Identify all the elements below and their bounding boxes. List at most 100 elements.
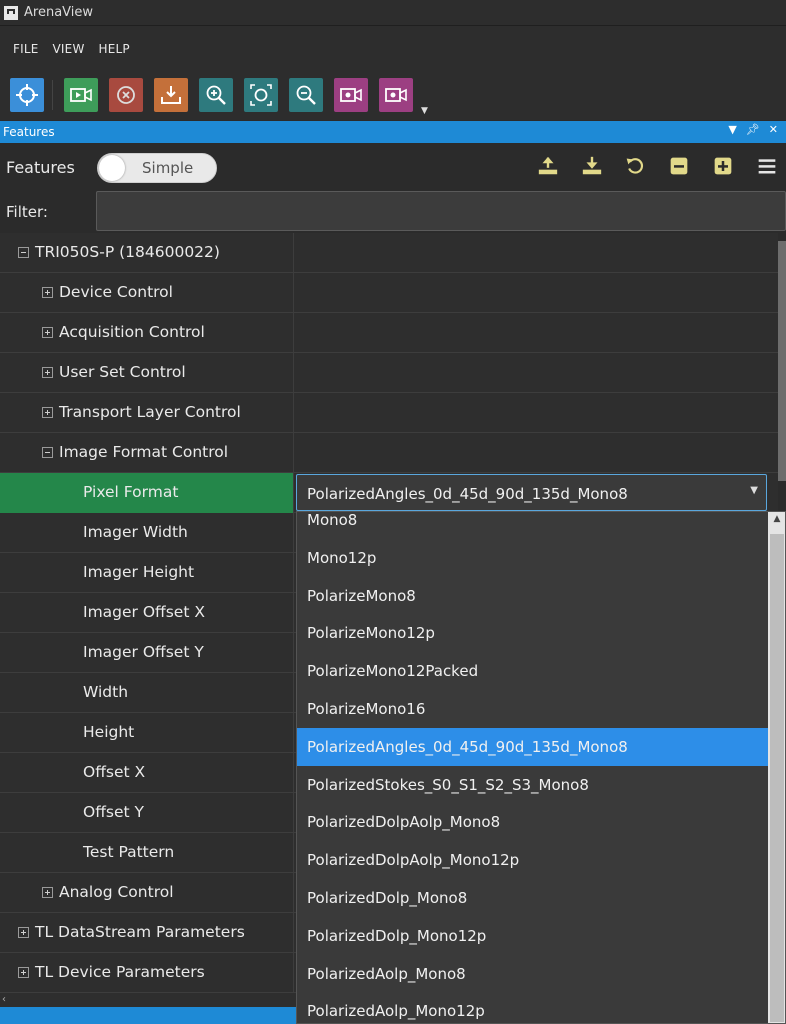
- tree-row-value-cell[interactable]: [295, 273, 778, 313]
- pixel-format-combobox[interactable]: PolarizedAngles_0d_45d_90d_135d_Mono8 ▼: [296, 474, 767, 511]
- tree-row-name-cell[interactable]: User Set Control: [0, 353, 294, 393]
- tree-row-label: Image Format Control: [59, 443, 229, 461]
- pixel-format-option[interactable]: PolarizeMono12p: [297, 614, 768, 652]
- tree-row[interactable]: Device Control: [0, 273, 778, 313]
- tree-row-value-cell[interactable]: [295, 353, 778, 393]
- tree-row-name-cell[interactable]: Height: [0, 713, 294, 753]
- tree-row[interactable]: Transport Layer Control: [0, 393, 778, 433]
- zoom-fit-button[interactable]: [244, 78, 278, 112]
- scroll-up-icon[interactable]: ▲: [768, 514, 785, 530]
- filter-input[interactable]: [96, 191, 786, 231]
- expand-plus-icon[interactable]: [42, 887, 53, 898]
- pixel-format-option[interactable]: PolarizeMono12Packed: [297, 652, 768, 690]
- dock-title: Features: [3, 125, 55, 139]
- tree-row-name-cell[interactable]: Pixel Format: [0, 473, 294, 513]
- tree-row-name-cell[interactable]: Device Control: [0, 273, 294, 313]
- pixel-format-option[interactable]: PolarizedAolp_Mono12p: [297, 992, 768, 1023]
- download-icon[interactable]: [580, 154, 604, 178]
- toolbar: ▼: [0, 72, 786, 120]
- record-settings-button[interactable]: [379, 78, 413, 112]
- select-device-button[interactable]: [10, 78, 44, 112]
- tree-row-name-cell[interactable]: Offset Y: [0, 793, 294, 833]
- start-stream-button[interactable]: [64, 78, 98, 112]
- pixel-format-option[interactable]: PolarizedDolp_Mono8: [297, 879, 768, 917]
- close-icon[interactable]: ✕: [769, 123, 778, 136]
- tree-row-value-cell[interactable]: [295, 393, 778, 433]
- refresh-icon[interactable]: [623, 154, 647, 178]
- pixel-format-option[interactable]: PolarizeMono8: [297, 577, 768, 615]
- dropdown-scrollbar[interactable]: ▲: [768, 512, 785, 1023]
- zoom-in-button[interactable]: [199, 78, 233, 112]
- expand-all-icon[interactable]: [711, 154, 735, 178]
- record-button[interactable]: [334, 78, 368, 112]
- simple-mode-toggle[interactable]: Simple: [97, 153, 217, 183]
- tree-row-name-cell[interactable]: Analog Control: [0, 873, 294, 913]
- chevron-down-icon: ▼: [750, 485, 758, 496]
- features-dock-header: Features ▼ 📌︎ ✕: [0, 121, 786, 143]
- expand-plus-icon[interactable]: [42, 367, 53, 378]
- window-title: ArenaView: [24, 5, 94, 20]
- dock-menu-icon[interactable]: ▼: [728, 123, 736, 136]
- tree-row-name-cell[interactable]: Offset X: [0, 753, 294, 793]
- tree-row[interactable]: User Set Control: [0, 353, 778, 393]
- tree-row-name-cell[interactable]: Width: [0, 673, 294, 713]
- menu-view[interactable]: VIEW: [46, 42, 92, 56]
- expand-plus-icon[interactable]: [42, 287, 53, 298]
- option-label: PolarizedDolpAolp_Mono12p: [307, 851, 520, 870]
- zoom-out-button[interactable]: [289, 78, 323, 112]
- tree-row-name-cell[interactable]: TRI050S-P (184600022): [0, 233, 294, 273]
- toolbar-overflow-icon[interactable]: ▼: [421, 106, 428, 116]
- option-label: PolarizedStokes_S0_S1_S2_S3_Mono8: [307, 775, 589, 794]
- pixel-format-option[interactable]: PolarizeMono16: [297, 690, 768, 728]
- save-image-button[interactable]: [154, 78, 188, 112]
- pixel-format-option[interactable]: Mono12p: [297, 539, 768, 577]
- tree-row-name-cell[interactable]: TL Device Parameters: [0, 953, 294, 993]
- pin-icon[interactable]: 📌︎: [746, 123, 760, 136]
- tree-row-name-cell[interactable]: Imager Offset Y: [0, 633, 294, 673]
- scroll-left-icon[interactable]: ‹: [2, 994, 6, 1005]
- dock-controls: ▼ 📌︎ ✕: [728, 123, 778, 136]
- tree-row[interactable]: Acquisition Control: [0, 313, 778, 353]
- tree-row-label: Width: [83, 683, 129, 701]
- pixel-format-option[interactable]: PolarizedDolp_Mono12p: [297, 917, 768, 955]
- collapse-minus-icon[interactable]: [18, 247, 29, 258]
- collapse-minus-icon[interactable]: [42, 447, 53, 458]
- pixel-format-option[interactable]: PolarizedAolp_Mono8: [297, 955, 768, 993]
- collapse-all-icon[interactable]: [667, 154, 691, 178]
- tree-row-label: Imager Offset X: [83, 603, 205, 621]
- tree-row-value-cell[interactable]: [295, 433, 778, 473]
- pixel-format-option[interactable]: PolarizedStokes_S0_S1_S2_S3_Mono8: [297, 766, 768, 804]
- tree-row-value-cell[interactable]: [295, 313, 778, 353]
- upload-icon[interactable]: [536, 154, 560, 178]
- features-header: Features Simple: [0, 143, 786, 189]
- tree-row-name-cell[interactable]: TL DataStream Parameters: [0, 913, 294, 953]
- tree-row-name-cell[interactable]: Transport Layer Control: [0, 393, 294, 433]
- hamburger-menu-icon[interactable]: [755, 154, 779, 178]
- tree-row-value-cell[interactable]: [295, 233, 778, 273]
- pixel-format-option[interactable]: PolarizedAngles_0d_45d_90d_135d_Mono8: [297, 727, 768, 766]
- tree-row[interactable]: Image Format Control: [0, 433, 778, 473]
- tree-row-label: Device Control: [59, 283, 173, 301]
- expand-plus-icon[interactable]: [42, 407, 53, 418]
- tree-row-name-cell[interactable]: Test Pattern: [0, 833, 294, 873]
- expand-plus-icon[interactable]: [18, 967, 29, 978]
- tree-row[interactable]: TRI050S-P (184600022): [0, 233, 778, 273]
- tree-row-name-cell[interactable]: Acquisition Control: [0, 313, 294, 353]
- tree-scrollbar-thumb[interactable]: [778, 241, 786, 481]
- tree-row-name-cell[interactable]: Imager Width: [0, 513, 294, 553]
- tree-row-name-cell[interactable]: Image Format Control: [0, 433, 294, 473]
- option-label: PolarizedDolp_Mono12p: [307, 926, 487, 945]
- dropdown-scrollbar-thumb[interactable]: [770, 534, 784, 1022]
- expand-plus-icon[interactable]: [18, 927, 29, 938]
- tree-row-name-cell[interactable]: Imager Offset X: [0, 593, 294, 633]
- menu-file[interactable]: FILE: [6, 42, 46, 56]
- tree-row-label: Pixel Format: [83, 483, 179, 501]
- pixel-format-option[interactable]: PolarizedDolpAolp_Mono12p: [297, 841, 768, 879]
- tree-row-name-cell[interactable]: Imager Height: [0, 553, 294, 593]
- pixel-format-option[interactable]: PolarizedDolpAolp_Mono8: [297, 803, 768, 841]
- stop-stream-button[interactable]: [109, 78, 143, 112]
- menu-help[interactable]: HELP: [92, 42, 137, 56]
- expand-plus-icon[interactable]: [42, 327, 53, 338]
- tree-row-label: Transport Layer Control: [59, 403, 241, 421]
- pixel-format-option[interactable]: Mono8: [297, 512, 768, 539]
